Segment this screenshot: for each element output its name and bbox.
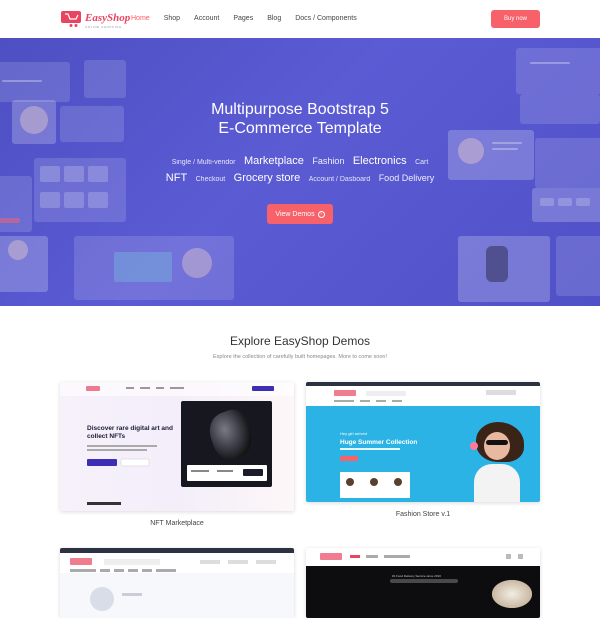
demo-fashion-banner-pre: Hey girl arrived xyxy=(340,431,367,436)
demo-card-fashion[interactable]: Hey girl arrived Huge Summer Collection xyxy=(306,382,540,502)
demo-nft-headline: Discover rare digital art and collect NF… xyxy=(87,425,173,440)
main-menu: Home Shop Account Pages Blog Docs / Comp… xyxy=(131,15,371,22)
hero-deco-card xyxy=(532,188,600,222)
hero-tag: Cart xyxy=(415,159,429,166)
explore-subtitle: Explore the collection of carefully buil… xyxy=(213,354,387,360)
hero-tag: Electronics xyxy=(352,155,407,167)
hero-tag: Single / Multi-vendor xyxy=(171,159,236,166)
hero-tag: Account / Dasboard xyxy=(308,176,371,183)
hero-tag: Food Delivery xyxy=(378,173,435,183)
demo-nft-recent xyxy=(87,502,121,505)
hero-tag: Grocery store xyxy=(233,172,301,184)
nav-item-account[interactable]: Account xyxy=(194,15,219,22)
hero-tags-row1: Single / Multi-vendor Marketplace Fashio… xyxy=(0,151,600,169)
demo-food-banner-pre: #1 Food Delivery Service since 2010 xyxy=(392,574,441,578)
nav-item-home[interactable]: Home xyxy=(131,15,150,22)
demo-fashion-banner-title: Huge Summer Collection xyxy=(340,439,418,446)
nav-item-shop[interactable]: Shop xyxy=(164,15,180,22)
demo-card-electronics[interactable] xyxy=(60,548,294,618)
hero-tag: NFT xyxy=(165,172,188,184)
view-demos-button[interactable]: View Demos › xyxy=(267,204,333,224)
hero-section: Multipurpose Bootstrap 5 E-Commerce Temp… xyxy=(0,38,600,306)
demo-mini-nav xyxy=(320,553,523,560)
top-navbar: EasyShop ONLINE SHOPPING Home Shop Accou… xyxy=(0,0,600,38)
hero-deco-card xyxy=(516,48,600,94)
brand-logo[interactable]: EasyShop ONLINE SHOPPING xyxy=(60,9,130,29)
demo-mini-nav xyxy=(306,382,540,402)
hero-title: Multipurpose Bootstrap 5 E-Commerce Temp… xyxy=(0,100,600,138)
demo-mini-nav xyxy=(60,382,294,396)
buy-now-button[interactable]: Buy now xyxy=(491,10,540,28)
hero-tags-row2: NFT Checkout Grocery store Account / Das… xyxy=(0,168,600,186)
hero-tag: Fashion xyxy=(312,156,345,166)
shopping-cart-icon xyxy=(60,10,82,28)
hero-deco-card xyxy=(458,236,550,302)
view-demos-label: View Demos xyxy=(275,210,315,218)
brand-tagline: ONLINE SHOPPING xyxy=(85,25,122,29)
hero-title-line2: E-Commerce Template xyxy=(218,120,382,137)
arrow-right-circle-icon: › xyxy=(317,210,325,218)
demo-card-electronics-preview xyxy=(60,553,294,611)
hero-title-line1: Multipurpose Bootstrap 5 xyxy=(211,101,389,118)
demo-nft-artwork xyxy=(181,401,272,487)
explore-title: Explore EasyShop Demos xyxy=(229,334,371,348)
nav-item-pages[interactable]: Pages xyxy=(233,15,253,22)
demo-fashion-banner-body xyxy=(340,448,410,498)
hero-deco-card xyxy=(0,236,48,292)
hero-deco-card xyxy=(74,236,234,300)
nav-item-docs[interactable]: Docs / Components xyxy=(295,15,356,22)
brand-name: EasyShop xyxy=(85,12,131,24)
demo-label-fashion[interactable]: Fashion Store v.1 xyxy=(306,511,540,518)
demo-card-food[interactable]: #1 Food Delivery Service since 2010 xyxy=(306,548,540,618)
demo-card-nft[interactable]: Discover rare digital art and collect NF… xyxy=(60,382,294,511)
hero-deco-card xyxy=(556,236,600,296)
hero-deco-card xyxy=(0,62,70,102)
demo-label-nft[interactable]: NFT Marketplace xyxy=(60,520,294,527)
hero-tag: Marketplace xyxy=(243,155,304,167)
hero-deco-card xyxy=(84,60,126,98)
nav-item-blog[interactable]: Blog xyxy=(267,15,281,22)
demo-nft-body xyxy=(87,445,157,467)
hero-tag: Checkout xyxy=(195,176,226,183)
